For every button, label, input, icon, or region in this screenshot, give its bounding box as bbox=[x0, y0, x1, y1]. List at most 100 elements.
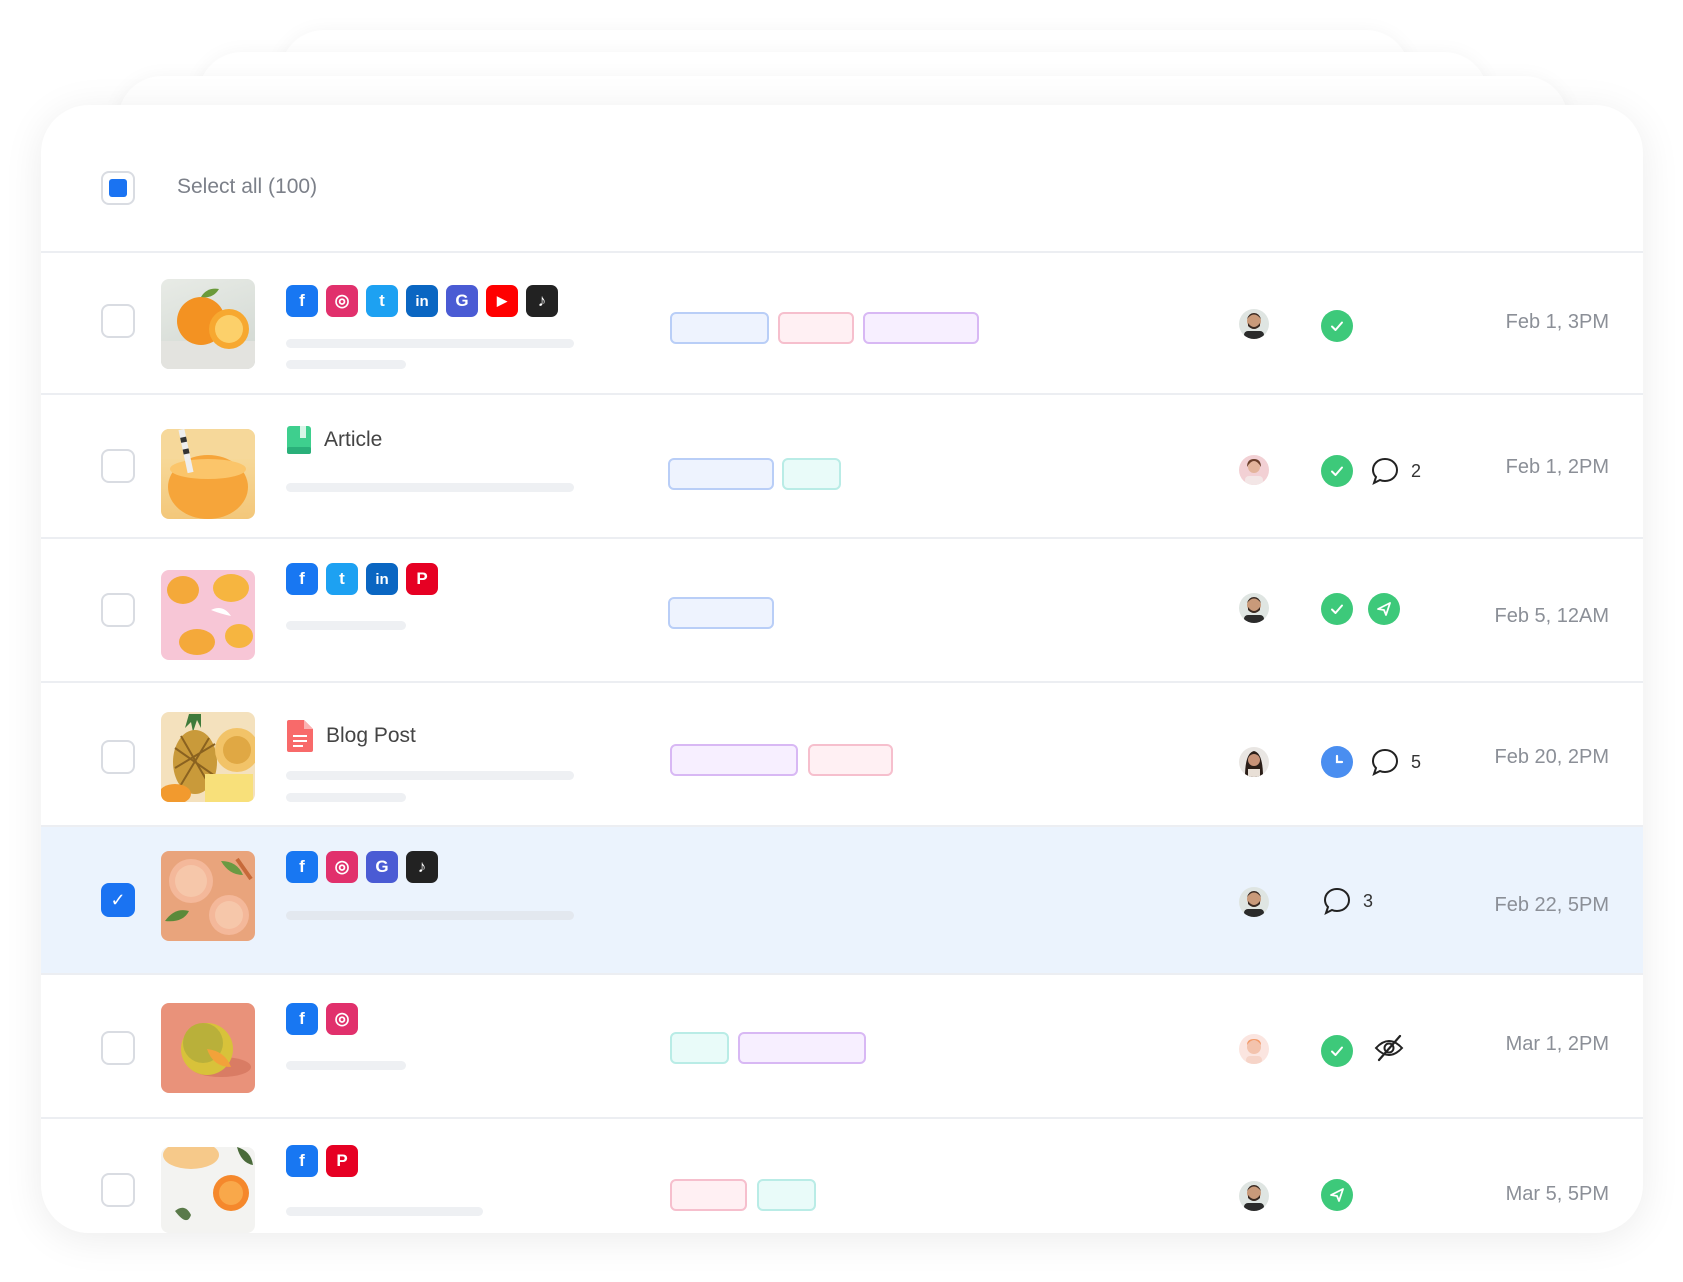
approved-status-icon bbox=[1321, 593, 1353, 625]
label-tag[interactable] bbox=[738, 1032, 866, 1064]
post-thumbnail bbox=[161, 1003, 255, 1093]
hidden-eye-icon bbox=[1374, 1034, 1404, 1062]
pinterest-icon: P bbox=[326, 1145, 358, 1177]
title-placeholder-bar bbox=[286, 771, 574, 780]
title-placeholder-bar bbox=[286, 621, 406, 630]
facebook-icon: f bbox=[286, 1145, 318, 1177]
scheduled-date: Mar 5, 5PM bbox=[1505, 1183, 1609, 1205]
select-all-checkbox[interactable] bbox=[101, 171, 135, 205]
scheduled-date: Feb 20, 2PM bbox=[1494, 746, 1609, 768]
row-checkbox-checked[interactable]: ✓ bbox=[101, 883, 135, 917]
label-tag[interactable] bbox=[668, 458, 774, 490]
linkedin-icon: in bbox=[406, 285, 438, 317]
row-checkbox[interactable] bbox=[101, 449, 135, 483]
avatar[interactable] bbox=[1239, 1181, 1269, 1211]
label-tag[interactable] bbox=[757, 1179, 816, 1211]
label-tag[interactable] bbox=[670, 312, 769, 344]
post-thumbnail bbox=[161, 279, 255, 369]
post-thumbnail bbox=[161, 851, 255, 941]
title-placeholder-bar bbox=[286, 483, 574, 492]
table-row[interactable]: f t in P Feb 5, 12AM bbox=[41, 539, 1643, 683]
published-send-icon bbox=[1368, 593, 1400, 625]
comments-indicator[interactable]: 5 bbox=[1369, 746, 1421, 778]
facebook-icon: f bbox=[286, 285, 318, 317]
youtube-icon: ▶ bbox=[486, 285, 518, 317]
social-channels: f t in P bbox=[286, 563, 438, 595]
table-row[interactable]: f ◎ Mar 1, 2PM bbox=[41, 975, 1643, 1119]
scheduled-date: Mar 1, 2PM bbox=[1505, 1033, 1609, 1055]
comments-indicator[interactable]: 2 bbox=[1369, 455, 1421, 487]
label-tag[interactable] bbox=[670, 744, 798, 776]
content-type-label: Article bbox=[324, 428, 383, 451]
facebook-icon: f bbox=[286, 851, 318, 883]
social-channels: f ◎ t in G ▶ ♪ bbox=[286, 285, 558, 317]
instagram-icon: ◎ bbox=[326, 285, 358, 317]
social-channels: f ◎ bbox=[286, 1003, 358, 1035]
approved-status-icon bbox=[1321, 310, 1353, 342]
comment-count: 5 bbox=[1411, 751, 1422, 772]
title-placeholder-bar bbox=[286, 911, 574, 920]
scheduled-date: Feb 1, 2PM bbox=[1505, 456, 1609, 478]
avatar[interactable] bbox=[1239, 455, 1269, 485]
table-row[interactable]: Blog Post 5 Feb 20, 2PM bbox=[41, 683, 1643, 827]
avatar[interactable] bbox=[1239, 1034, 1269, 1064]
select-all-label: Select all (100) bbox=[177, 175, 318, 198]
social-channels: f ◎ G ♪ bbox=[286, 851, 438, 883]
row-checkbox[interactable] bbox=[101, 1173, 135, 1207]
comment-icon bbox=[1371, 457, 1399, 485]
google-icon: G bbox=[366, 851, 398, 883]
comment-count: 3 bbox=[1363, 890, 1374, 911]
scheduled-clock-icon bbox=[1321, 746, 1353, 778]
table-row[interactable]: f ◎ t in G ▶ ♪ Feb 1, 3PM bbox=[41, 251, 1643, 395]
content-type-label: Blog Post bbox=[326, 724, 416, 747]
post-thumbnail bbox=[161, 429, 255, 519]
comments-indicator[interactable]: 3 bbox=[1321, 885, 1373, 917]
document-icon bbox=[287, 720, 313, 752]
post-thumbnail bbox=[161, 1147, 255, 1233]
avatar[interactable] bbox=[1239, 747, 1269, 777]
approved-status-icon bbox=[1321, 1035, 1353, 1067]
comment-count: 2 bbox=[1411, 460, 1422, 481]
approved-status-icon bbox=[1321, 455, 1353, 487]
row-checkbox[interactable] bbox=[101, 304, 135, 338]
twitter-icon: t bbox=[326, 563, 358, 595]
social-channels: f P bbox=[286, 1145, 358, 1177]
row-checkbox[interactable] bbox=[101, 593, 135, 627]
instagram-icon: ◎ bbox=[326, 1003, 358, 1035]
scheduled-date: Feb 22, 5PM bbox=[1494, 894, 1609, 916]
avatar[interactable] bbox=[1239, 309, 1269, 339]
title-placeholder-bar bbox=[286, 1207, 483, 1216]
linkedin-icon: in bbox=[366, 563, 398, 595]
content-type: Article bbox=[286, 425, 382, 455]
post-thumbnail bbox=[161, 570, 255, 660]
label-tag[interactable] bbox=[782, 458, 841, 490]
table-row-selected[interactable]: ✓ f ◎ G ♪ 3 Feb 22, 5PM bbox=[41, 827, 1643, 975]
label-tag[interactable] bbox=[668, 597, 774, 629]
subtitle-placeholder-bar bbox=[286, 360, 406, 369]
table-row[interactable]: Article 2 Feb 1, 2PM bbox=[41, 395, 1643, 539]
table-row[interactable]: f P Mar 5, 5PM bbox=[41, 1119, 1643, 1233]
scheduled-date: Feb 1, 3PM bbox=[1505, 311, 1609, 333]
subtitle-placeholder-bar bbox=[286, 793, 406, 802]
avatar[interactable] bbox=[1239, 887, 1269, 917]
pinterest-icon: P bbox=[406, 563, 438, 595]
comment-icon bbox=[1323, 887, 1351, 915]
title-placeholder-bar bbox=[286, 339, 574, 348]
label-tag[interactable] bbox=[778, 312, 854, 344]
post-thumbnail bbox=[161, 712, 255, 802]
scheduled-date: Feb 5, 12AM bbox=[1494, 605, 1609, 627]
book-icon bbox=[287, 426, 311, 454]
label-tag[interactable] bbox=[670, 1032, 729, 1064]
label-tag[interactable] bbox=[808, 744, 893, 776]
row-checkbox[interactable] bbox=[101, 740, 135, 774]
facebook-icon: f bbox=[286, 1003, 318, 1035]
label-tag[interactable] bbox=[863, 312, 979, 344]
row-checkbox[interactable] bbox=[101, 1031, 135, 1065]
avatar[interactable] bbox=[1239, 593, 1269, 623]
checkmark-icon: ✓ bbox=[110, 890, 126, 910]
title-placeholder-bar bbox=[286, 1061, 406, 1070]
published-send-icon bbox=[1321, 1179, 1353, 1211]
tiktok-icon: ♪ bbox=[406, 851, 438, 883]
label-tag[interactable] bbox=[670, 1179, 747, 1211]
tiktok-icon: ♪ bbox=[526, 285, 558, 317]
